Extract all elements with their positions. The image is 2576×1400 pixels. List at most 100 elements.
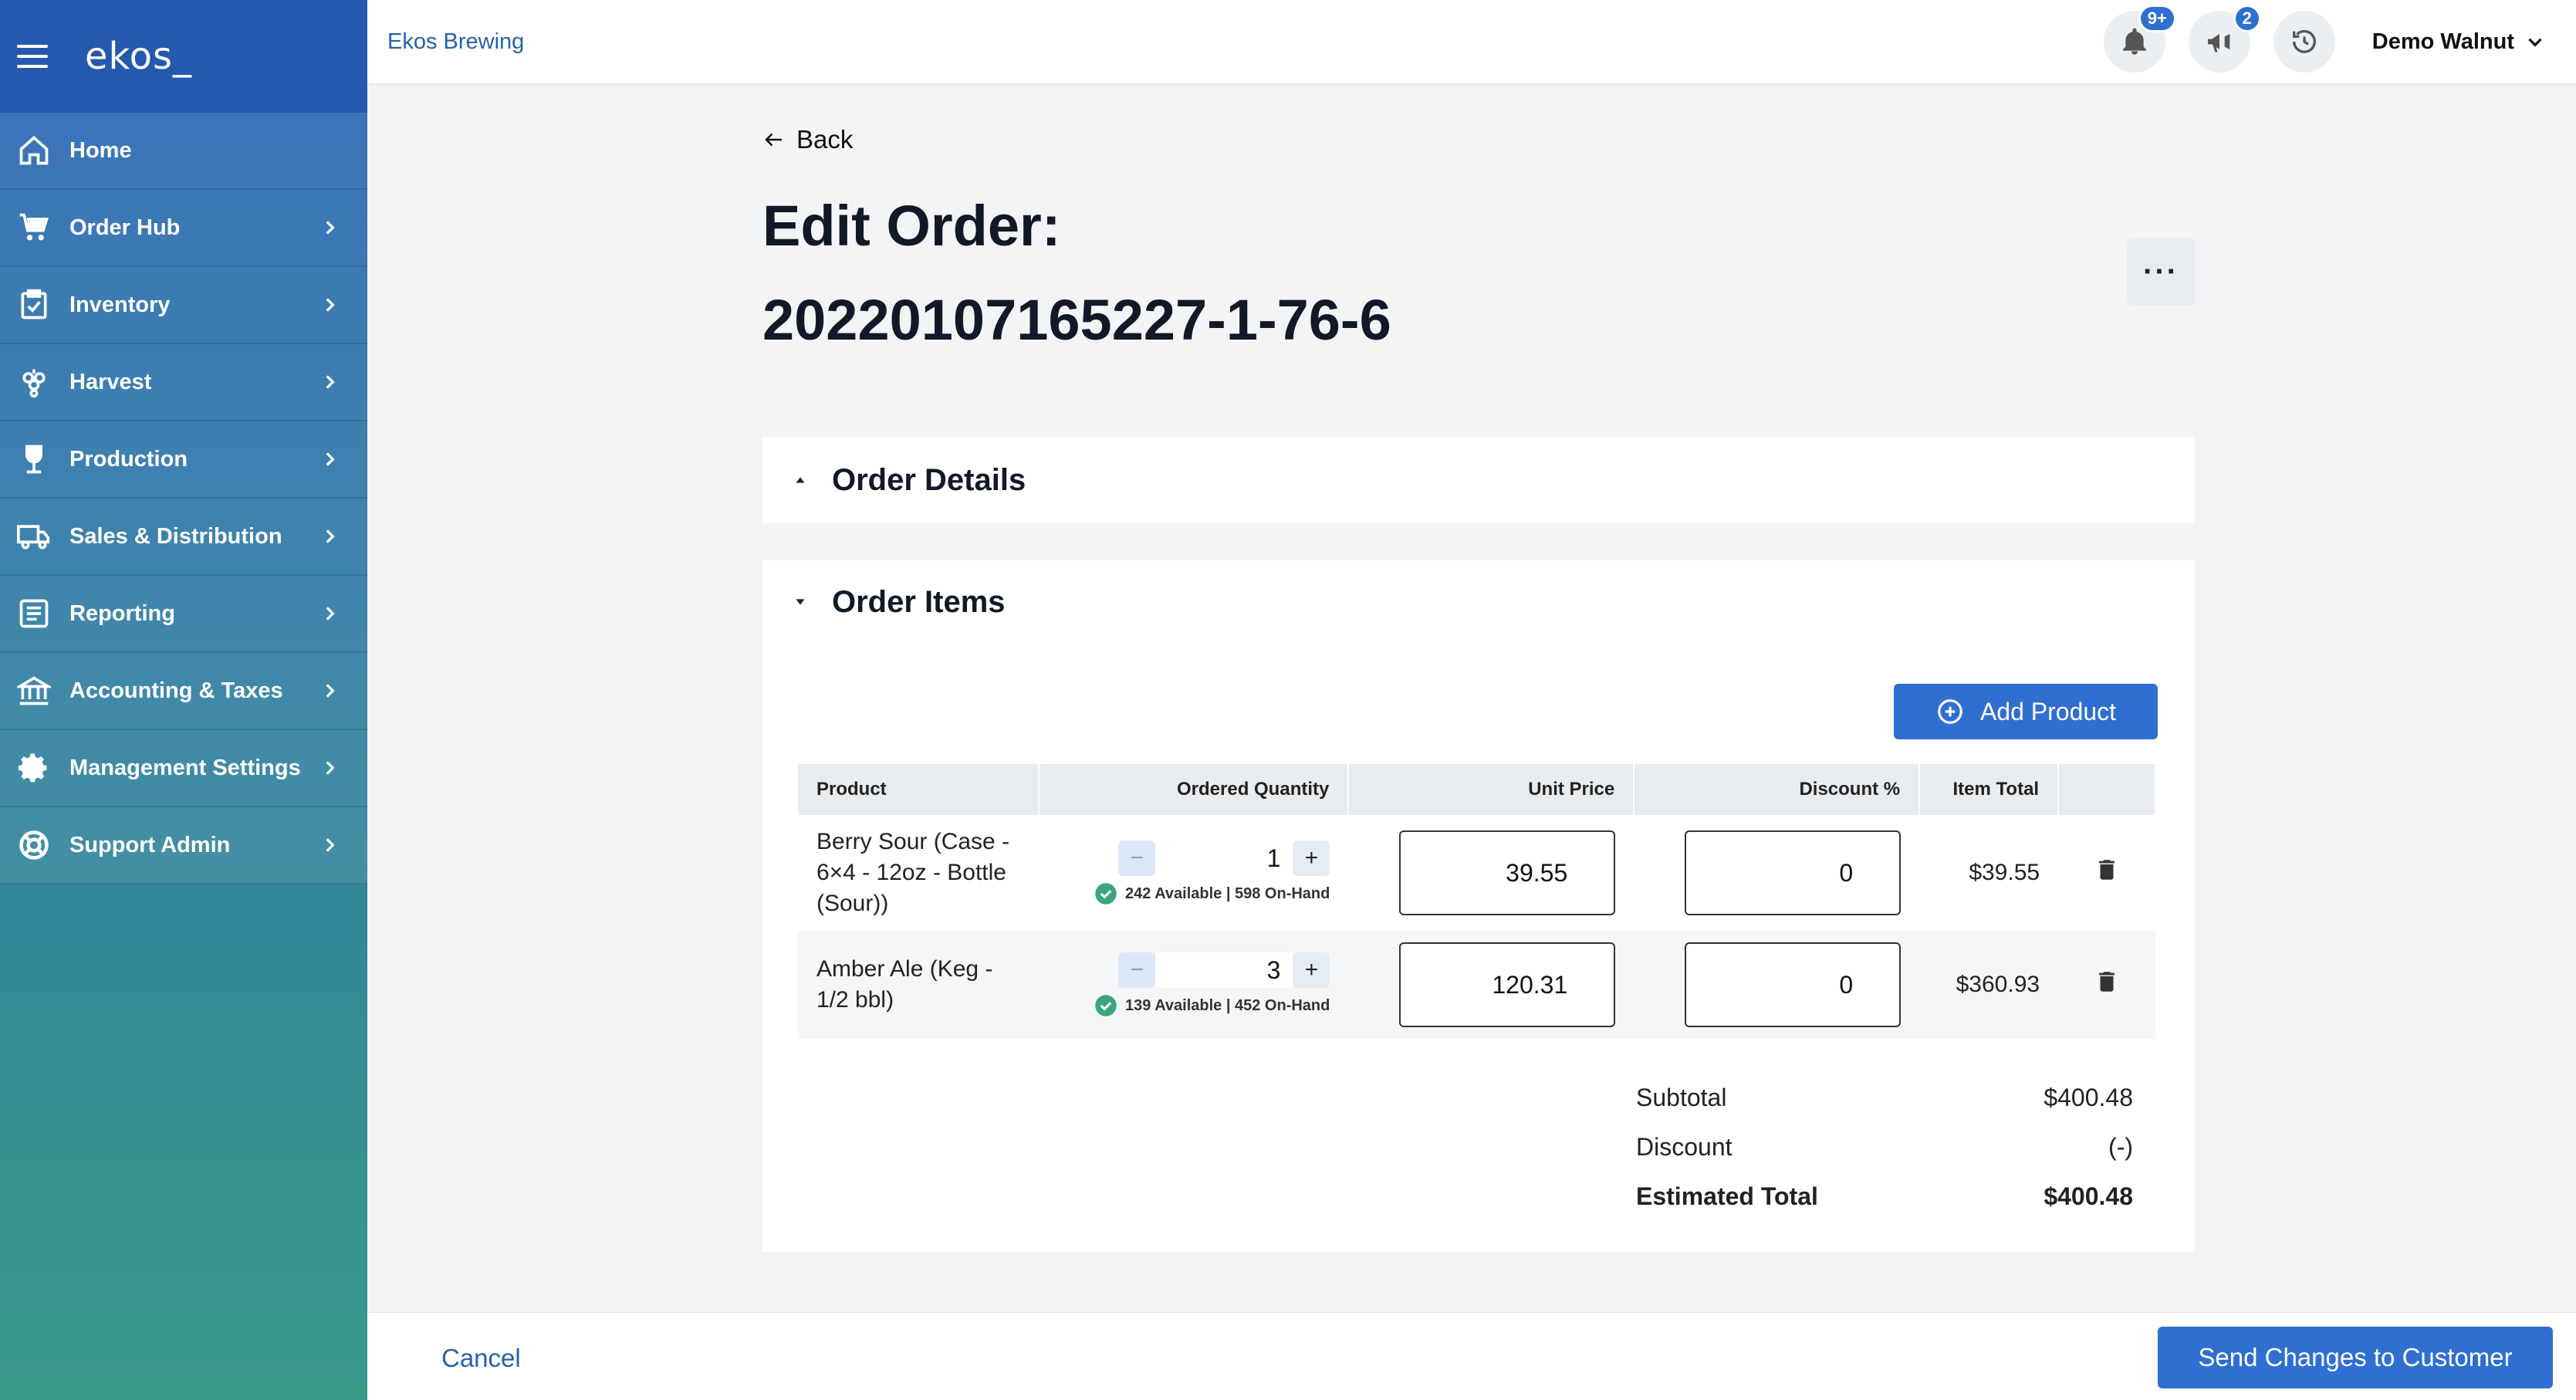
increment-button[interactable]: + <box>1293 840 1330 876</box>
check-circle-icon <box>1095 995 1117 1016</box>
item-total: $39.55 <box>1919 815 2059 931</box>
availability-status: 139 Available | 452 On-Hand <box>1094 994 1330 1017</box>
subtotal-value: $400.48 <box>2044 1083 2133 1111</box>
order-details-panel: Order Details <box>762 437 2195 523</box>
column-header-discount: Discount % <box>1634 764 1921 815</box>
column-header-ordered-quantity: Ordered Quantity <box>1038 764 1350 815</box>
header-actions: 9+ 2 Demo Walnut <box>2103 5 2545 73</box>
sidebar-item-label: Harvest <box>69 369 152 394</box>
quantity-input[interactable] <box>1155 840 1293 876</box>
history-icon <box>2292 29 2316 53</box>
sidebar-item-reporting[interactable]: Reporting <box>0 576 367 653</box>
plus-circle-icon <box>1938 699 1962 724</box>
trash-icon[interactable] <box>2094 969 2120 995</box>
sidebar-item-label: Production <box>69 446 188 472</box>
sidebar-item-production[interactable]: Production <box>0 421 367 499</box>
quantity-stepper: − + 139 Available | 452 On-Hand <box>1057 952 1330 1017</box>
top-header: Ekos Brewing 9+ 2 Demo Walnut <box>367 0 2576 85</box>
increment-button[interactable]: + <box>1293 952 1330 988</box>
item-total: $360.93 <box>1919 931 2059 1039</box>
glass-icon <box>15 441 52 478</box>
sidebar-header: ekos_ <box>0 0 367 113</box>
sidebar-item-accounting-taxes[interactable]: Accounting & Taxes <box>0 653 367 730</box>
order-number: 20220107165227-1-76-6 <box>762 288 1391 352</box>
quantity-stepper: − + 242 Available | 598 On-Hand <box>1057 840 1330 905</box>
lifebuoy-icon <box>15 827 52 864</box>
quantity-input[interactable] <box>1155 952 1293 988</box>
notifications-button[interactable]: 9+ <box>2103 5 2176 73</box>
triangle-up-icon <box>796 477 805 483</box>
chevron-right-icon <box>326 529 335 543</box>
truck-icon <box>15 518 52 555</box>
decrement-button[interactable]: − <box>1118 952 1156 988</box>
sidebar-item-support-admin[interactable]: Support Admin <box>0 807 367 884</box>
product-name: Berry Sour (Case - 6×4 - 12oz - Bottle (… <box>816 829 1010 916</box>
product-name: Amber Ale (Keg - 1/2 bbl) <box>816 956 993 1013</box>
app-logo[interactable]: ekos_ <box>85 35 192 78</box>
sidebar-item-label: Inventory <box>69 292 171 317</box>
user-name: Demo Walnut <box>2371 29 2514 54</box>
add-product-button[interactable]: Add Product <box>1894 684 2158 739</box>
clipboard-icon <box>15 286 52 323</box>
column-header-product: Product <box>798 764 1040 815</box>
sidebar: ekos_ Home Order Hub Inventory Harvest P… <box>0 0 367 1400</box>
chevron-right-icon <box>326 838 335 852</box>
back-link[interactable]: Back <box>762 125 853 154</box>
column-header-unit-price: Unit Price <box>1348 764 1635 815</box>
order-items-title: Order Items <box>832 584 1006 619</box>
more-options-button[interactable]: ··· <box>2127 238 2195 306</box>
sidebar-item-sales-distribution[interactable]: Sales & Distribution <box>0 499 367 576</box>
megaphone-icon <box>2207 34 2230 52</box>
sidebar-item-order-hub[interactable]: Order Hub <box>0 190 367 267</box>
announcements-badge: 2 <box>2233 5 2261 32</box>
back-label: Back <box>796 125 854 154</box>
table-header-row: Product Ordered Quantity Unit Price Disc… <box>798 764 2156 815</box>
availability-status: 242 Available | 598 On-Hand <box>1094 882 1330 905</box>
chevron-right-icon <box>326 607 335 621</box>
availability-text: 242 Available | 598 On-Hand <box>1125 884 1330 902</box>
add-product-label: Add Product <box>1979 697 2117 725</box>
discount-input[interactable] <box>1685 942 1902 1027</box>
notifications-badge: 9+ <box>2138 5 2176 32</box>
sidebar-item-label: Reporting <box>69 600 175 626</box>
order-items-toggle[interactable]: Order Items <box>762 560 2195 644</box>
column-header-item-total: Item Total <box>1919 764 2060 815</box>
announcements-button[interactable]: 2 <box>2188 5 2261 73</box>
discount-label: Discount <box>1636 1132 1733 1161</box>
order-items-panel: Order Items Add Product Product Ordered … <box>762 560 2195 1252</box>
menu-icon[interactable] <box>17 45 48 68</box>
user-menu[interactable]: Demo Walnut <box>2372 29 2545 55</box>
decrement-button[interactable]: − <box>1118 840 1156 876</box>
order-details-toggle[interactable]: Order Details <box>762 437 2195 523</box>
order-items-table: Product Ordered Quantity Unit Price Disc… <box>798 764 2156 1039</box>
send-changes-button[interactable]: Send Changes to Customer <box>2158 1327 2553 1388</box>
arrow-left-icon <box>765 133 782 147</box>
sidebar-item-home[interactable]: Home <box>0 113 367 190</box>
sidebar-item-harvest[interactable]: Harvest <box>0 344 367 421</box>
chevron-right-icon <box>326 375 335 389</box>
cancel-button[interactable]: Cancel <box>441 1344 521 1373</box>
chevron-right-icon <box>326 298 335 312</box>
unit-price-input[interactable] <box>1399 830 1616 915</box>
sidebar-nav: Home Order Hub Inventory Harvest Product… <box>0 113 367 884</box>
sidebar-item-inventory[interactable]: Inventory <box>0 267 367 344</box>
table-row: Amber Ale (Keg - 1/2 bbl) − + 139 Availa… <box>798 931 2155 1039</box>
trash-icon[interactable] <box>2094 857 2120 883</box>
discount-input[interactable] <box>1685 830 1902 915</box>
estimated-total-row: Estimated Total $400.48 <box>1636 1172 2133 1221</box>
table-row: Berry Sour (Case - 6×4 - 12oz - Bottle (… <box>798 815 2155 931</box>
column-header-actions <box>2058 764 2156 815</box>
chevron-right-icon <box>326 221 335 235</box>
history-button[interactable] <box>2273 11 2335 73</box>
chevron-down-icon <box>2528 38 2542 47</box>
estimated-total-value: $400.48 <box>2044 1182 2133 1210</box>
chevron-right-icon <box>326 761 335 775</box>
availability-text: 139 Available | 452 On-Hand <box>1125 996 1330 1014</box>
discount-value: (-) <box>2108 1132 2133 1161</box>
estimated-total-label: Estimated Total <box>1636 1182 1818 1210</box>
brand-link[interactable]: Ekos Brewing <box>387 29 524 55</box>
sidebar-item-management-settings[interactable]: Management Settings <box>0 730 367 807</box>
triangle-down-icon <box>796 599 805 605</box>
bank-icon <box>15 672 52 709</box>
unit-price-input[interactable] <box>1399 942 1616 1027</box>
